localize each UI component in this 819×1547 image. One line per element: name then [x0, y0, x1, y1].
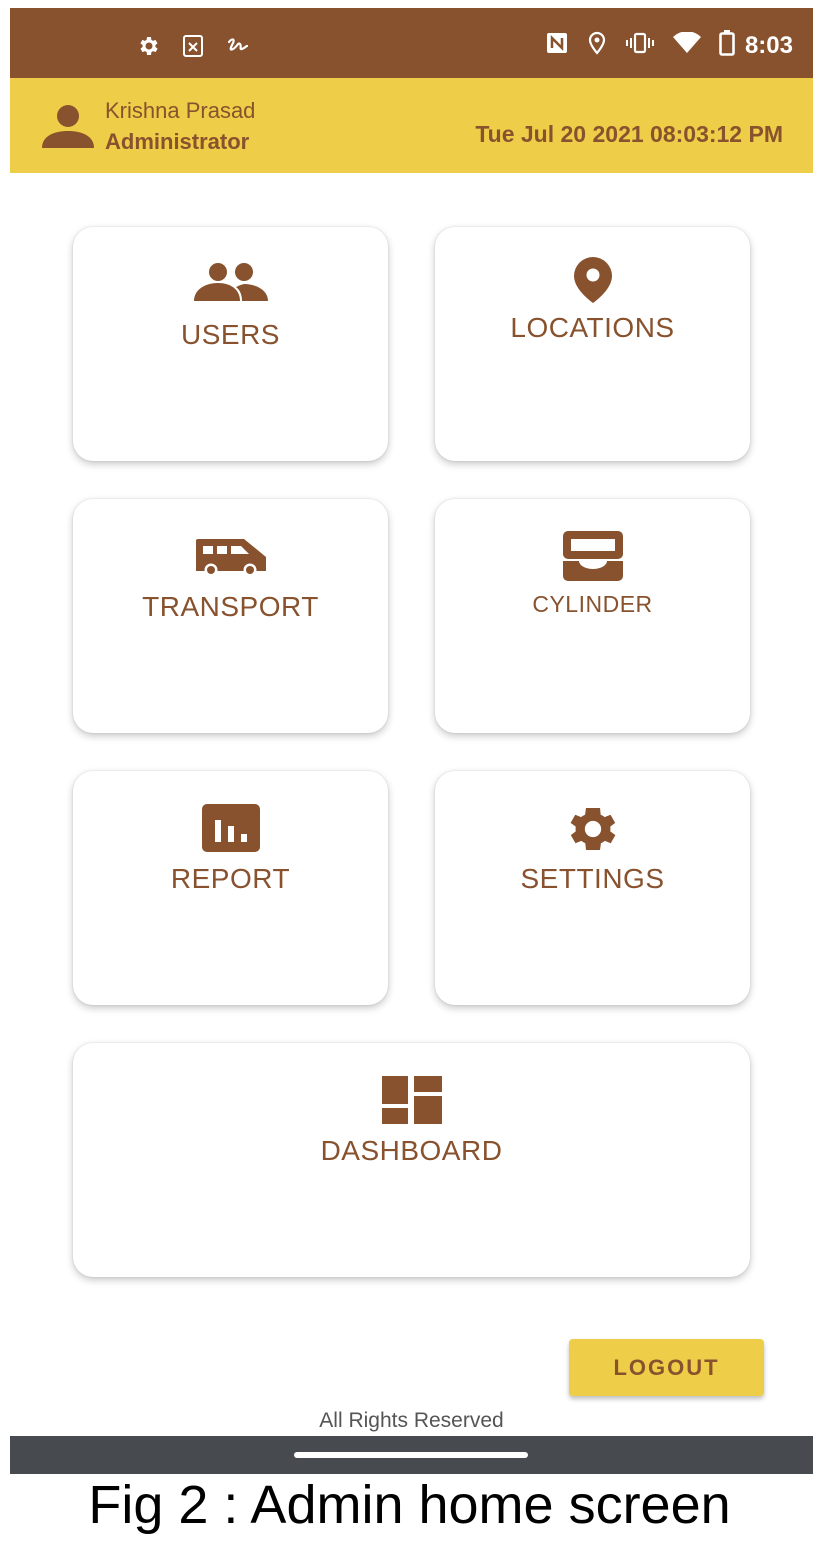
signature-icon: [226, 34, 250, 63]
inbox-tray-icon: [562, 531, 623, 586]
navigation-bar: [10, 1436, 813, 1474]
battery-icon: [719, 30, 735, 61]
locations-tile[interactable]: LOCATIONS: [435, 227, 750, 461]
current-datetime: Tue Jul 20 2021 08:03:12 PM: [475, 121, 783, 147]
report-tile[interactable]: REPORT: [73, 771, 388, 1005]
person-icon: [42, 104, 94, 148]
user-header: Krishna Prasad Administrator Tue Jul 20 …: [10, 78, 813, 173]
users-tile[interactable]: USERS: [73, 227, 388, 461]
locations-tile-label: LOCATIONS: [510, 312, 675, 343]
location-icon: [587, 31, 607, 60]
status-bar-right-icons: 8:03: [545, 30, 793, 61]
map-pin-icon: [572, 257, 614, 308]
dashboard-tile[interactable]: DASHBOARD: [73, 1043, 750, 1277]
cylinder-tile-label: CYLINDER: [532, 591, 653, 617]
van-icon: [194, 537, 268, 582]
dashboard-tile-label: DASHBOARD: [320, 1135, 503, 1166]
bar-chart-icon: [201, 804, 260, 857]
gear-icon: [562, 801, 624, 862]
group-icon: [193, 263, 268, 308]
nfc-icon: [545, 31, 569, 60]
transport-tile-label: TRANSPORT: [142, 591, 319, 622]
vibrate-icon: [625, 31, 655, 60]
user-name: Krishna Prasad: [105, 98, 256, 123]
footer-text: All Rights Reserved: [319, 1409, 504, 1432]
report-tile-label: REPORT: [170, 863, 291, 894]
dashboard-icon: [381, 1076, 442, 1129]
settings-tile-label: SETTINGS: [520, 863, 665, 894]
cylinder-tile[interactable]: CYLINDER: [435, 499, 750, 733]
figure-caption: Fig 2 : Admin home screen: [88, 1475, 731, 1535]
gear-icon: [136, 34, 160, 63]
settings-tile[interactable]: SETTINGS: [435, 771, 750, 1005]
status-bar-left-icons: [136, 34, 250, 63]
status-bar: 8:03: [10, 8, 813, 78]
phone-screen: 8:03 Krishna Prasad Administrator Tue Ju…: [10, 8, 813, 1474]
status-bar-time: 8:03: [744, 31, 793, 59]
transport-tile[interactable]: TRANSPORT: [73, 499, 388, 733]
home-gesture-handle[interactable]: [294, 1452, 528, 1458]
wifi-icon: [672, 31, 701, 59]
users-tile-label: USERS: [181, 319, 280, 350]
sim-error-icon: [182, 34, 204, 63]
logout-button[interactable]: LOGOUT: [569, 1339, 764, 1396]
user-role: Administrator: [105, 129, 250, 154]
